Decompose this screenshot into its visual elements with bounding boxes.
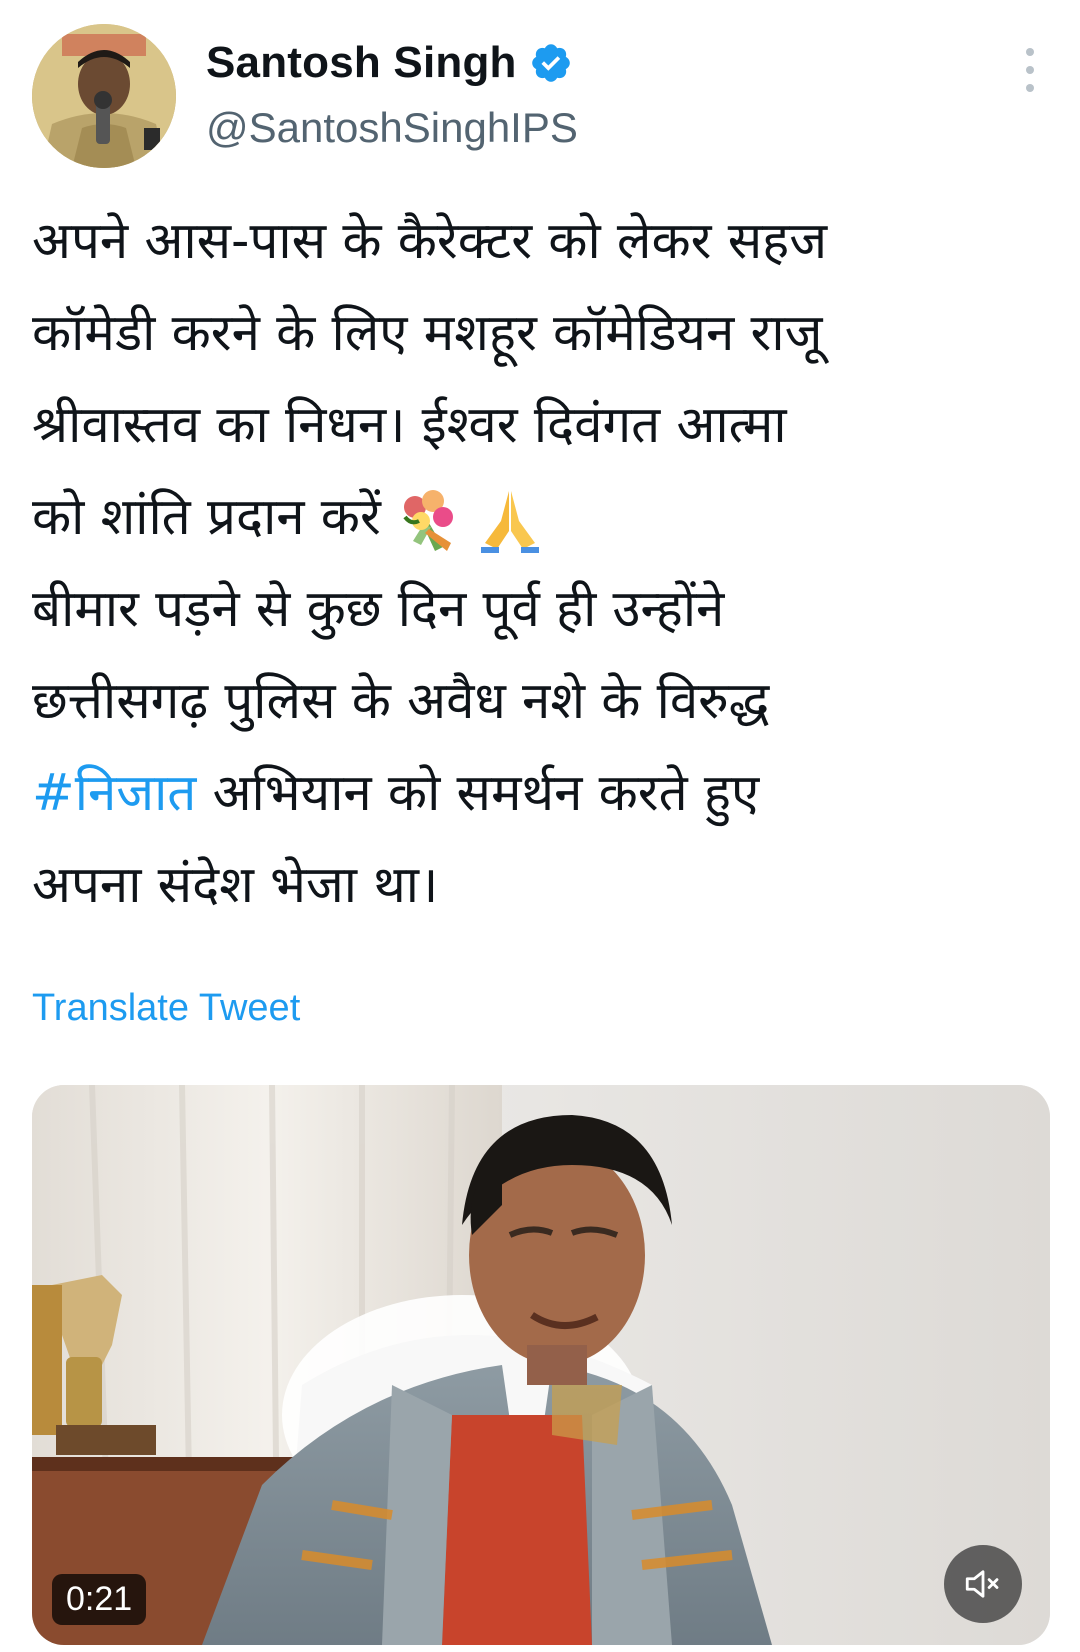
video-player[interactable]: 0:21 bbox=[32, 1085, 1050, 1645]
muted-speaker-icon bbox=[965, 1570, 999, 1598]
folded-hands-icon bbox=[475, 485, 545, 555]
tweet-text: अपने आस-पास के कैरेक्टर को लेकर सहज कॉमे… bbox=[32, 196, 1052, 932]
author-row[interactable]: Santosh Singh bbox=[206, 38, 573, 88]
tweet-line: बीमार पड़ने से कुछ दिन पूर्व ही उन्होंने bbox=[32, 580, 725, 639]
video-duration: 0:21 bbox=[52, 1574, 147, 1625]
tweet-line: अपने आस-पास के कैरेक्टर को लेकर सहज bbox=[32, 212, 828, 271]
author-name[interactable]: Santosh Singh bbox=[206, 38, 517, 88]
tweet-line-with-emoji: को शांति प्रदान करें bbox=[32, 472, 1052, 564]
tweet-line: छत्तीसगढ़ पुलिस के अवैध नशे के विरुद्ध bbox=[32, 672, 770, 731]
tweet-line: अभियान को समर्थन करते हुए bbox=[212, 764, 760, 823]
avatar[interactable] bbox=[32, 24, 176, 168]
video-thumbnail bbox=[32, 1085, 1050, 1645]
verified-badge-icon bbox=[529, 41, 573, 85]
tweet-line: अपना संदेश भेजा था। bbox=[32, 856, 439, 915]
bouquet-icon bbox=[393, 485, 463, 555]
tweet-line-with-hashtag: #निजात अभियान को समर्थन करते हुए bbox=[32, 748, 1052, 840]
more-options-icon[interactable] bbox=[1010, 48, 1050, 92]
avatar-image bbox=[32, 24, 176, 168]
tweet-line: श्रीवास्तव का निधन। ईश्वर दिवंगत आत्मा bbox=[32, 396, 787, 455]
author-handle[interactable]: @SantoshSinghIPS bbox=[206, 104, 578, 152]
hashtag-link[interactable]: #निजात bbox=[32, 764, 196, 823]
tweet[interactable]: Santosh Singh @SantoshSinghIPS अपने आस-प… bbox=[0, 0, 1080, 1652]
tweet-line: कॉमेडी करने के लिए मशहूर कॉमेडियन राजू bbox=[32, 304, 823, 363]
unmute-button[interactable] bbox=[944, 1545, 1022, 1623]
tweet-line: को शांति प्रदान करें bbox=[32, 488, 381, 547]
translate-tweet-link[interactable]: Translate Tweet bbox=[32, 987, 300, 1030]
